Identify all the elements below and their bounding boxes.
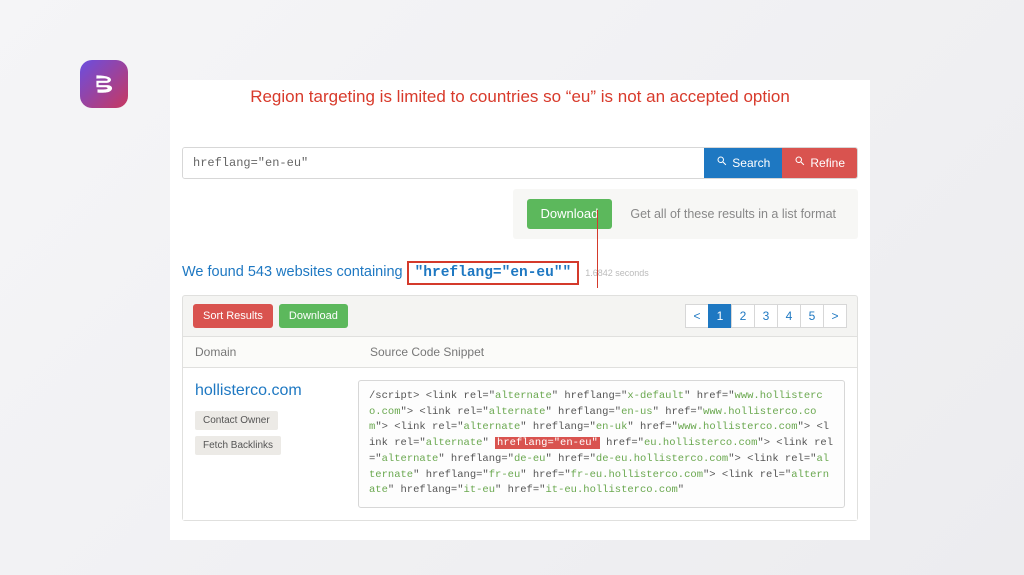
column-header-domain: Domain (183, 337, 358, 367)
results-table: Sort Results Download <12345> Domain Sou… (182, 295, 858, 521)
search-bar: Search Refine (182, 147, 858, 179)
annotation-pointer-line (597, 210, 598, 288)
search-input[interactable] (183, 148, 704, 178)
refine-button[interactable]: Refine (782, 148, 857, 178)
refine-button-label: Refine (810, 156, 845, 170)
results-summary-time: 1.6842 seconds (585, 268, 649, 278)
page-3[interactable]: 3 (754, 304, 778, 328)
page-2[interactable]: 2 (731, 304, 755, 328)
page-5[interactable]: 5 (800, 304, 824, 328)
results-summary: We found 543 websites containing "hrefla… (182, 261, 858, 285)
source-code-snippet: /script> <link rel="alternate" hreflang=… (358, 380, 845, 508)
search-icon (794, 155, 806, 170)
results-summary-term: "hreflang="en-eu"" (407, 261, 580, 285)
search-results-panel: Region targeting is limited to countries… (170, 80, 870, 540)
search-button[interactable]: Search (704, 148, 782, 178)
fetch-backlinks-button[interactable]: Fetch Backlinks (195, 436, 281, 455)
download-row: Download Get all of these results in a l… (513, 189, 858, 239)
results-summary-prefix: We found 543 websites containing (182, 264, 403, 280)
download-results-button[interactable]: Download (279, 304, 348, 328)
page-4[interactable]: 4 (777, 304, 801, 328)
pagination: <12345> (686, 304, 847, 328)
download-hint: Get all of these results in a list forma… (630, 207, 836, 221)
search-button-label: Search (732, 156, 770, 170)
download-button[interactable]: Download (527, 199, 613, 229)
annotation-callout: Region targeting is limited to countries… (170, 80, 870, 113)
table-row: hollisterco.com Contact Owner Fetch Back… (183, 368, 857, 520)
contact-owner-button[interactable]: Contact Owner (195, 411, 278, 430)
result-domain-link[interactable]: hollisterco.com (195, 382, 346, 400)
page-1[interactable]: 1 (708, 304, 732, 328)
sort-results-button[interactable]: Sort Results (193, 304, 273, 328)
search-icon (716, 155, 728, 170)
column-header-snippet: Source Code Snippet (358, 337, 496, 367)
page-prev[interactable]: < (685, 304, 709, 328)
page-next[interactable]: > (823, 304, 847, 328)
brand-logo (80, 60, 128, 108)
